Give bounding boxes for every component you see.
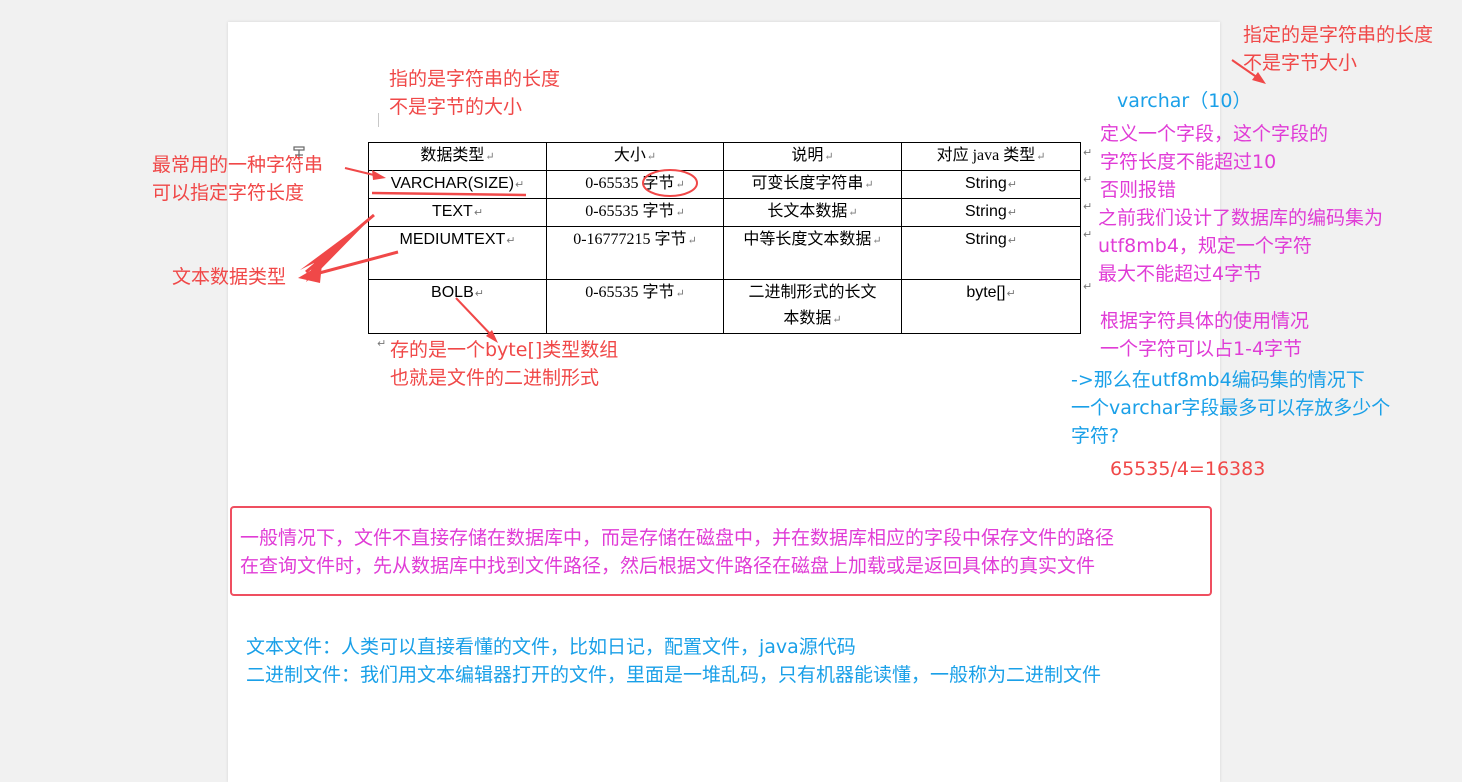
bolb-note-line: 也就是文件的二进制形式 — [390, 367, 600, 389]
table-cell: String↵ — [901, 198, 1081, 227]
right-top-note-line: 指定的是字符串的长度 — [1243, 24, 1434, 46]
charset-note-line: 之前我们设计了数据库的编码集为 — [1098, 207, 1384, 229]
info-box-line: 一般情况下，文件不直接存储在数据库中，而是存储在磁盘中，并在数据库相应的字段中保… — [240, 527, 1115, 549]
table-row: VARCHAR(SIZE)↵ 0-65535 字节↵ 可变长度字符串↵ Stri… — [368, 170, 1081, 199]
usage-note: 根据字符具体的使用情况 一个字符可以占1-4字节 — [1100, 307, 1309, 363]
table-row: MEDIUMTEXT↵ 0-16777215 字节↵ 中等长度文本数据↵ Str… — [368, 226, 1081, 280]
charset-note: 之前我们设计了数据库的编码集为 utf8mb4，规定一个字符 最大不能超过4字节 — [1098, 204, 1383, 288]
usage-note-line: 一个字符可以占1-4字节 — [1100, 338, 1303, 360]
question-note-line: 一个varchar字段最多可以存放多少个 — [1071, 397, 1391, 419]
bolb-note-line: 存的是一个byte[]类型数组 — [390, 339, 619, 361]
table-row: BOLB↵ 0-65535 字节↵ 二进制形式的长文本数据↵ byte[]↵ — [368, 279, 1081, 334]
table-cell: String↵ — [901, 226, 1081, 280]
bolb-note: 存的是一个byte[]类型数组 也就是文件的二进制形式 — [390, 336, 618, 392]
row-end-mark: ↵ — [1083, 280, 1093, 293]
define-note-line: 字符长度不能超过10 — [1100, 151, 1277, 173]
table-cell: 中等长度文本数据↵ — [723, 226, 902, 280]
text-types-note: 文本数据类型 — [172, 266, 287, 288]
table-cell: byte[]↵ — [901, 279, 1081, 334]
page-corner-mark — [364, 113, 379, 127]
table-header-cell: 数据类型↵ — [368, 142, 547, 171]
top-note-line: 指的是字符串的长度 — [389, 68, 561, 90]
top-note: 指的是字符串的长度 不是字节的大小 — [389, 65, 560, 121]
table-header-cell: 说明↵ — [723, 142, 902, 171]
table-cell: 可变长度字符串↵ — [723, 170, 902, 199]
varchar-note-line: 最常用的一种字符串 — [152, 154, 324, 176]
row-end-mark: ↵ — [1083, 228, 1093, 241]
varchar-note-line: 可以指定字符长度 — [152, 182, 305, 204]
row-end-mark: ↵ — [1083, 146, 1093, 159]
text-file-definition: 文本文件：人类可以直接看懂的文件，比如日记，配置文件，java源代码 — [246, 636, 856, 658]
usage-note-line: 根据字符具体的使用情况 — [1100, 310, 1310, 332]
top-note-line: 不是字节的大小 — [389, 96, 523, 118]
binary-file-definition: 二进制文件：我们用文本编辑器打开的文件，里面是一堆乱码，只有机器能读懂，一般称为… — [246, 664, 1102, 686]
define-note-line: 否则报错 — [1100, 179, 1177, 201]
question-note-line: 字符? — [1071, 425, 1120, 447]
question-note-line: ->那么在utf8mb4编码集的情况下 — [1071, 369, 1365, 391]
row-end-mark: ↵ — [1083, 173, 1093, 186]
table-cell: 二进制形式的长文本数据↵ — [723, 279, 902, 334]
table-cell: String↵ — [901, 170, 1081, 199]
paragraph-mark: ↵ — [377, 337, 387, 350]
table-header-row: 数据类型↵ 大小↵ 说明↵ 对应 java 类型↵ — [368, 142, 1081, 171]
charset-note-line: utf8mb4，规定一个字符 — [1098, 235, 1312, 257]
right-top-note-line: 不是字节大小 — [1243, 52, 1358, 74]
table-cell: MEDIUMTEXT↵ — [368, 226, 547, 280]
table-header-cell: 大小↵ — [546, 142, 724, 171]
table-cell: 0-65535 字节↵ — [546, 170, 724, 199]
calculation-note: 65535/4=16383 — [1110, 458, 1266, 480]
info-box: 一般情况下，文件不直接存储在数据库中，而是存储在磁盘中，并在数据库相应的字段中保… — [230, 506, 1212, 596]
table-cell: 长文本数据↵ — [723, 198, 902, 227]
row-end-mark: ↵ — [1083, 200, 1093, 213]
varchar-note: 最常用的一种字符串 可以指定字符长度 — [152, 151, 323, 207]
table-row: TEXT↵ 0-65535 字节↵ 长文本数据↵ String↵ — [368, 198, 1081, 227]
table-header-cell: 对应 java 类型↵ — [901, 142, 1081, 171]
define-note: 定义一个字段，这个字段的 字符长度不能超过10 否则报错 — [1100, 120, 1328, 204]
table-cell: TEXT↵ — [368, 198, 547, 227]
data-types-table: 数据类型↵ 大小↵ 说明↵ 对应 java 类型↵ VARCHAR(SIZE)↵… — [368, 142, 1081, 334]
table-cell: 0-65535 字节↵ — [546, 198, 724, 227]
define-note-line: 定义一个字段，这个字段的 — [1100, 123, 1329, 145]
table-cell: 0-16777215 字节↵ — [546, 226, 724, 280]
question-note: ->那么在utf8mb4编码集的情况下 一个varchar字段最多可以存放多少个… — [1071, 366, 1390, 450]
table-cell: BOLB↵ — [368, 279, 547, 334]
table-cell: VARCHAR(SIZE)↵ — [368, 170, 547, 199]
right-top-note: 指定的是字符串的长度 不是字节大小 — [1243, 21, 1433, 77]
table-cell: 0-65535 字节↵ — [546, 279, 724, 334]
varchar-example: varchar（10） — [1117, 90, 1252, 112]
info-box-line: 在查询文件时，先从数据库中找到文件路径，然后根据文件路径在磁盘上加载或是返回具体… — [240, 555, 1096, 577]
charset-note-line: 最大不能超过4字节 — [1098, 263, 1263, 285]
